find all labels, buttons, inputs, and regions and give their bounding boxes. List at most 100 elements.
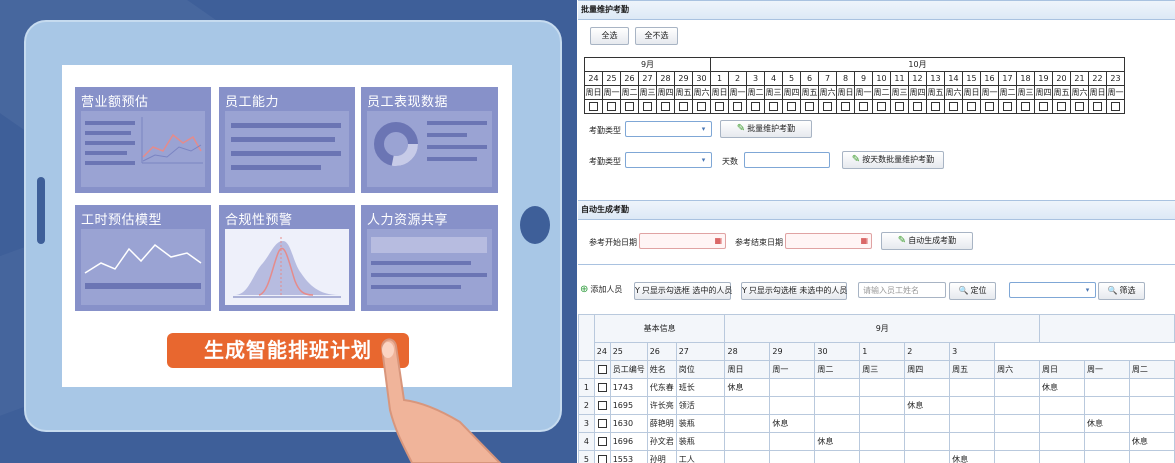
day-checkbox[interactable] <box>787 102 796 111</box>
attendance-cell[interactable] <box>1083 450 1130 463</box>
attendance-cell[interactable] <box>814 414 861 433</box>
attendance-cell[interactable] <box>1083 378 1130 397</box>
day-checkbox[interactable] <box>967 102 976 111</box>
row-checkbox[interactable] <box>597 455 607 463</box>
day-checkbox[interactable] <box>715 102 724 111</box>
day-checkbox[interactable] <box>931 102 940 111</box>
day-checkbox[interactable] <box>589 102 598 111</box>
attendance-cell[interactable]: 休息 <box>724 378 771 397</box>
attendance-cell[interactable] <box>994 396 1041 415</box>
day-checkbox[interactable] <box>913 102 922 111</box>
attendance-cell[interactable] <box>1039 450 1085 463</box>
attendance-cell[interactable] <box>904 378 951 397</box>
day-checkbox[interactable] <box>607 102 616 111</box>
employee-name-input[interactable]: 请输入员工姓名 <box>858 282 946 298</box>
attendance-cell[interactable] <box>859 432 906 451</box>
day-checkbox[interactable] <box>769 102 778 111</box>
attendance-cell[interactable] <box>769 450 816 463</box>
day-checkbox[interactable] <box>679 102 688 111</box>
add-person-button[interactable]: ⊕ 添加人员 <box>580 282 624 300</box>
attendance-cell[interactable] <box>1039 396 1085 415</box>
select-all-checkbox[interactable] <box>597 365 607 374</box>
day-checkbox[interactable] <box>1111 102 1120 111</box>
attendance-cell[interactable] <box>904 450 951 463</box>
attendance-cell[interactable] <box>949 378 996 397</box>
attendance-cell[interactable] <box>1128 396 1175 415</box>
batch-maintain-button[interactable]: ✎ 批量维护考勤 <box>720 120 812 138</box>
attendance-cell[interactable] <box>769 396 816 415</box>
attendance-cell[interactable] <box>769 378 816 397</box>
attendance-cell[interactable]: 休息 <box>904 396 951 415</box>
locate-button[interactable]: 🔍 定位 <box>949 282 996 300</box>
attendance-type-select[interactable]: ▾ <box>625 121 712 137</box>
show-selected-button[interactable]: Y 只显示勾选框 选中的人员 <box>634 282 732 300</box>
attendance-type-select-2[interactable]: ▾ <box>625 152 712 168</box>
attendance-cell[interactable] <box>1039 414 1085 433</box>
day-checkbox[interactable] <box>751 102 760 111</box>
start-date-input[interactable]: ▦ <box>639 233 726 249</box>
deselect-all-button[interactable]: 全不选 <box>635 27 678 45</box>
day-checkbox[interactable] <box>1075 102 1084 111</box>
attendance-cell[interactable] <box>949 414 996 433</box>
attendance-cell[interactable] <box>814 450 861 463</box>
attendance-cell[interactable] <box>814 378 861 397</box>
filter-button[interactable]: 🔍 筛选 <box>1098 282 1145 300</box>
attendance-cell[interactable]: 休息 <box>1039 378 1085 397</box>
attendance-cell[interactable]: 休息 <box>949 450 996 463</box>
row-checkbox[interactable] <box>597 401 607 410</box>
attendance-cell[interactable] <box>904 432 951 451</box>
attendance-cell[interactable]: 休息 <box>1128 432 1175 451</box>
attendance-cell[interactable] <box>1083 432 1130 451</box>
attendance-cell[interactable] <box>994 450 1041 463</box>
attendance-cell[interactable] <box>994 414 1041 433</box>
day-checkbox[interactable] <box>949 102 958 111</box>
day-checkbox[interactable] <box>1003 102 1012 111</box>
show-unselected-button[interactable]: Y 只显示勾选框 未选中的人员 <box>741 282 847 300</box>
select-all-button[interactable]: 全选 <box>590 27 629 45</box>
attendance-cell[interactable] <box>904 414 951 433</box>
attendance-cell[interactable] <box>724 396 771 415</box>
attendance-cell[interactable]: 休息 <box>1083 414 1130 433</box>
attendance-cell[interactable] <box>859 414 906 433</box>
table-row[interactable]: 3 1630 薛艳明 装瓶 休息 休息 <box>578 414 1175 433</box>
day-checkbox[interactable] <box>823 102 832 111</box>
day-checkbox[interactable] <box>1039 102 1048 111</box>
row-checkbox[interactable] <box>597 437 607 446</box>
day-checkbox[interactable] <box>733 102 742 111</box>
day-checkbox[interactable] <box>661 102 670 111</box>
day-checkbox[interactable] <box>895 102 904 111</box>
row-checkbox[interactable] <box>597 383 607 392</box>
filter-select[interactable]: ▾ <box>1009 282 1096 298</box>
end-date-input[interactable]: ▦ <box>785 233 872 249</box>
days-input[interactable] <box>744 152 830 168</box>
attendance-cell[interactable] <box>1083 396 1130 415</box>
attendance-cell[interactable] <box>814 396 861 415</box>
day-checkbox[interactable] <box>1093 102 1102 111</box>
attendance-cell[interactable] <box>769 432 816 451</box>
day-checkbox[interactable] <box>859 102 868 111</box>
day-checkbox[interactable] <box>1021 102 1030 111</box>
day-checkbox[interactable] <box>841 102 850 111</box>
attendance-cell[interactable] <box>1128 378 1175 397</box>
calendar-icon[interactable]: ▦ <box>860 236 868 245</box>
auto-generate-button[interactable]: ✎ 自动生成考勤 <box>881 232 973 250</box>
day-checkbox[interactable] <box>643 102 652 111</box>
attendance-cell[interactable] <box>859 396 906 415</box>
attendance-cell[interactable] <box>724 432 771 451</box>
row-checkbox[interactable] <box>597 419 607 428</box>
attendance-cell[interactable] <box>724 450 771 463</box>
day-checkbox[interactable] <box>625 102 634 111</box>
day-checkbox[interactable] <box>805 102 814 111</box>
attendance-cell[interactable]: 休息 <box>769 414 816 433</box>
attendance-cell[interactable] <box>949 432 996 451</box>
attendance-cell[interactable] <box>859 378 906 397</box>
batch-by-days-button[interactable]: ✎ 按天数批量维护考勤 <box>842 151 944 169</box>
attendance-cell[interactable] <box>724 414 771 433</box>
attendance-cell[interactable] <box>994 378 1041 397</box>
attendance-cell[interactable] <box>1128 450 1175 463</box>
table-row[interactable]: 1 1743 代东春 班长 休息 休息 <box>578 378 1175 397</box>
attendance-cell[interactable] <box>994 432 1041 451</box>
day-checkbox[interactable] <box>697 102 706 111</box>
table-row[interactable]: 4 1696 孙文君 装瓶 休息 休息 <box>578 432 1175 451</box>
day-checkbox[interactable] <box>1057 102 1066 111</box>
